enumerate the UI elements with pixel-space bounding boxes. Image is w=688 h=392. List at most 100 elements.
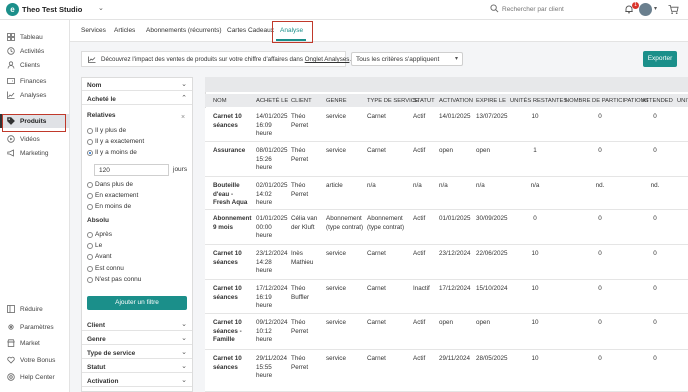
- sidebar-item-finances[interactable]: Finances: [0, 74, 70, 88]
- future-option-label[interactable]: En moins de: [95, 203, 131, 210]
- filter-nom[interactable]: Nom ⌄: [82, 78, 192, 91]
- sidebar-item-paramètres[interactable]: Paramètres: [0, 320, 70, 334]
- sidebar-item-marketing[interactable]: Marketing: [0, 146, 70, 160]
- column-header[interactable]: ACHETÉ LE: [256, 98, 288, 104]
- radio-absolu-0[interactable]: [87, 232, 93, 238]
- relative-option-label[interactable]: Il y a moins de: [95, 149, 137, 156]
- days-input[interactable]: [94, 164, 169, 176]
- table-row[interactable]: Carnet 10 séances 23/12/2024 14:28 heure I…: [205, 245, 688, 280]
- relative-option-label[interactable]: Il y plus de: [95, 127, 126, 134]
- radio-absolu-4[interactable]: [87, 277, 93, 283]
- table-row[interactable]: Carnet 10 séances 17/12/2024 16:19 heure T…: [205, 280, 688, 314]
- column-header[interactable]: ATTENDED: [642, 98, 673, 104]
- cell-activation: 23/12/2024: [439, 250, 471, 257]
- radio-absolu-1[interactable]: [87, 243, 93, 249]
- table-row[interactable]: Carnet 10 séances 14/01/2025 16:09 heure T…: [205, 108, 688, 142]
- filter-achete-le[interactable]: Acheté le ⌃: [82, 92, 192, 105]
- radio-absolu-2[interactable]: [87, 254, 93, 260]
- filter-genre[interactable]: Genre ⌄: [82, 332, 192, 345]
- sidebar-item-market[interactable]: Market: [0, 336, 70, 350]
- table-row[interactable]: Carnet 10 séances 29/11/2024 15:55 heure T…: [205, 350, 688, 392]
- chevron-down-icon: ⌄: [181, 363, 187, 370]
- table-row[interactable]: Bouteille d'eau - Fresh Aqua 02/01/2025 1…: [205, 177, 688, 210]
- cell-attended: 0: [653, 319, 657, 326]
- cell-attended: 0: [653, 355, 657, 362]
- cell-participations: nd.: [595, 182, 605, 189]
- absolu-option-label[interactable]: Est connu: [95, 265, 124, 272]
- column-header[interactable]: NOM: [213, 98, 227, 104]
- tab-abonnements[interactable]: Abonnements (récurrents): [146, 27, 222, 34]
- avatar[interactable]: [639, 3, 652, 16]
- chevron-down-icon: ⌄: [181, 321, 187, 328]
- app-logo[interactable]: e: [6, 3, 19, 16]
- sidebar-item-votre-bonus[interactable]: Votre Bonus: [0, 353, 70, 367]
- tab-services[interactable]: Services: [81, 27, 106, 34]
- chevron-down-icon[interactable]: ⌄: [98, 4, 104, 12]
- radio-future-1[interactable]: [87, 193, 93, 199]
- radio-relative-2[interactable]: [87, 150, 93, 156]
- sidebar-item-vidéos[interactable]: Vidéos: [0, 132, 70, 146]
- radio-relative-1[interactable]: [87, 139, 93, 145]
- future-option-label[interactable]: Dans plus de: [95, 181, 133, 188]
- cell-type: Carnet: [367, 250, 386, 257]
- criteria-select[interactable]: Tous les critères s'appliquent ▾: [351, 52, 463, 66]
- sidebar-item-analyses[interactable]: Analyses: [0, 88, 70, 102]
- relative-option-label[interactable]: Il y a exactement: [95, 138, 144, 145]
- chart-icon: [7, 91, 15, 99]
- filter-statut[interactable]: Statut ⌄: [82, 360, 192, 373]
- radio-absolu-3[interactable]: [87, 266, 93, 272]
- column-header[interactable]: UNITÉS RESTANTES: [510, 98, 567, 104]
- absolu-option-label[interactable]: Avant: [95, 253, 112, 260]
- sidebar-item-clients[interactable]: Clients: [0, 58, 70, 72]
- future-option-label[interactable]: En exactement: [95, 192, 138, 199]
- sidebar-item-activités[interactable]: Activités: [0, 44, 70, 58]
- tab-cartes-cadeaux[interactable]: Cartes Cadeaux: [227, 27, 274, 34]
- column-header[interactable]: NOMBRE DE PARTICIPATIONS: [565, 98, 649, 104]
- column-header[interactable]: STATUT: [413, 98, 435, 104]
- sidebar-item-tableau[interactable]: Tableau: [0, 30, 70, 44]
- top-bar: e Theo Test Studio ⌄ 1 ▾: [0, 0, 688, 20]
- chevron-down-icon[interactable]: ▾: [654, 5, 657, 12]
- column-header[interactable]: CLIENT: [291, 98, 312, 104]
- table-row[interactable]: Carnet 10 séances - Famille 09/12/2024 10…: [205, 314, 688, 350]
- absolu-option-label[interactable]: Le: [95, 242, 102, 249]
- cell-participations: 0: [598, 215, 602, 222]
- studio-name[interactable]: Theo Test Studio: [22, 5, 82, 14]
- close-icon[interactable]: ×: [181, 114, 185, 121]
- column-header[interactable]: TYPE DE SERVICE: [367, 98, 419, 104]
- table-row[interactable]: Abonnement 9 mois 01/01/2025 00:00 heure C…: [205, 210, 688, 245]
- cell-type: Carnet: [367, 147, 386, 154]
- absolu-option-label[interactable]: Après: [95, 231, 112, 238]
- search-input[interactable]: [502, 4, 582, 15]
- sidebar-item-réduire[interactable]: Réduire: [0, 302, 70, 316]
- cell-statut: Inactif: [413, 285, 430, 292]
- gear-icon: [8, 324, 14, 330]
- filter-client[interactable]: Client ⌄: [82, 318, 192, 331]
- filter-type-de-service[interactable]: Type de service ⌄: [82, 346, 192, 359]
- export-button[interactable]: Exporter: [643, 51, 677, 67]
- cell-attended: 0: [653, 113, 657, 120]
- column-header[interactable]: ACTIVATION: [439, 98, 473, 104]
- table-header: NOM ACHETÉ LE CLIENT GENRE TYPE DE SERVICE ST…: [205, 94, 688, 107]
- add-filter-button[interactable]: Ajouter un filtre: [87, 296, 187, 310]
- cell-achete: 09/12/2024 10:12 heure: [256, 319, 288, 343]
- table-row[interactable]: Assurance 08/01/2025 15:26 heure Théo Perr…: [205, 142, 688, 177]
- column-header[interactable]: GENRE: [326, 98, 347, 104]
- analyses-link[interactable]: Onglet Analyses: [305, 56, 350, 63]
- radio-relative-0[interactable]: [87, 128, 93, 134]
- sidebar-item-label: Analyses: [20, 91, 47, 99]
- dashboard-icon: [7, 33, 15, 41]
- radio-future-2[interactable]: [87, 204, 93, 210]
- absolu-label: Absolu: [87, 217, 110, 224]
- cell-attended: 0: [653, 250, 657, 257]
- filter-activation[interactable]: Activation ⌄: [82, 374, 192, 387]
- column-header[interactable]: UNIT: [677, 98, 688, 104]
- radio-future-0[interactable]: [87, 182, 93, 188]
- absolu-option-label[interactable]: N'est pas connu: [95, 276, 141, 283]
- cell-nom: Carnet 10 séances - Famille: [213, 319, 242, 343]
- tab-articles[interactable]: Articles: [114, 27, 135, 34]
- column-header[interactable]: EXPIRE LE: [476, 98, 506, 104]
- cell-client: Théo Perret: [291, 319, 309, 335]
- sidebar-item-help-center[interactable]: Help Center: [0, 370, 70, 384]
- cart-icon[interactable]: [668, 4, 679, 15]
